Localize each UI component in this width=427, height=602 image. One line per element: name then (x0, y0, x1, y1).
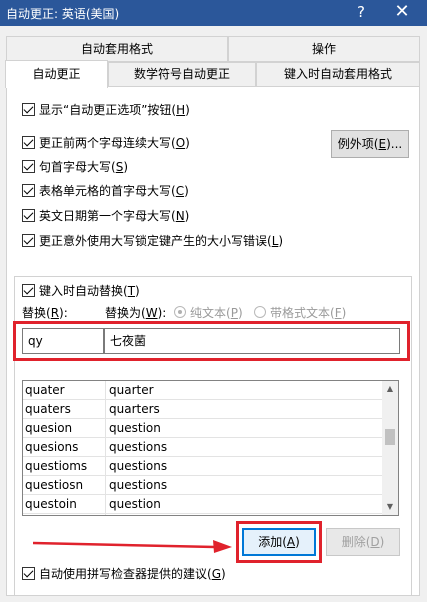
list-item[interactable]: quesion question (23, 419, 384, 438)
radio-button[interactable] (254, 306, 266, 318)
entry-to: quarter (109, 383, 154, 397)
entry-from: quesion (25, 421, 73, 435)
entry-to: question (109, 421, 161, 435)
tab-math-autocorrect[interactable]: 数学符号自动更正 (108, 62, 256, 87)
radio-formatted-text[interactable]: 带格式文本(F) (254, 303, 346, 321)
option-correct-two-initial-caps[interactable]: 更正前两个字母连续大写(O) (22, 133, 190, 151)
window-title: 自动更正: 英语(美国) (6, 7, 120, 21)
checkbox[interactable] (22, 135, 35, 149)
list-item[interactable]: quater quarter (23, 381, 384, 400)
help-button[interactable]: ? (343, 0, 379, 26)
tab-label: 操作 (311, 42, 336, 56)
entry-from: questiosn (25, 478, 84, 492)
tab-label: 键入时自动套用格式 (283, 67, 392, 81)
close-button[interactable]: ✕ (384, 0, 420, 26)
entry-from: questoin (25, 497, 77, 511)
option-label: 更正意外使用大写锁定键产生的大小写错误(L) (39, 233, 284, 248)
scroll-up-icon[interactable]: ▲ (382, 381, 398, 397)
tab-label: 数学符号自动更正 (133, 67, 230, 81)
list-scrollbar[interactable]: ▲ ▼ (382, 381, 398, 515)
list-item[interactable]: questioms questions (23, 457, 384, 476)
tab-label: 自动套用格式 (80, 42, 153, 56)
option-label: 显示“自动更正选项”按钮(H) (39, 102, 190, 117)
with-label: 替换为(W): (105, 305, 167, 320)
option-capitalize-sentences[interactable]: 句首字母大写(S) (22, 157, 128, 175)
exceptions-button[interactable]: 例外项(E)... (331, 130, 409, 158)
replace-label: 替换(R): (22, 305, 68, 320)
option-label: 句首字母大写(S) (39, 159, 128, 174)
tab-autocorrect[interactable]: 自动更正 (5, 60, 108, 88)
checkbox[interactable] (22, 102, 35, 116)
option-capitalize-table-cells[interactable]: 表格单元格的首字母大写(C) (22, 181, 189, 199)
entry-from: quesions (25, 440, 79, 454)
scroll-down-icon[interactable]: ▼ (382, 499, 398, 515)
checkbox[interactable] (22, 233, 35, 247)
radio-label: 纯文本(P) (190, 305, 243, 320)
list-item[interactable]: quesions questions (23, 438, 384, 457)
tab-actions[interactable]: 操作 (228, 36, 420, 62)
pointer-arrow-icon (33, 540, 232, 553)
entry-from: questioms (25, 459, 88, 473)
entry-to: quarters (109, 402, 160, 416)
radio-plain-text[interactable]: 纯文本(P) (174, 303, 243, 321)
option-label: 更正前两个字母连续大写(O) (39, 135, 190, 150)
entry-to: questions (109, 440, 168, 454)
list-item[interactable]: quaters quarters (23, 400, 384, 419)
radio-button[interactable] (174, 306, 186, 318)
option-label: 表格单元格的首字母大写(C) (39, 183, 189, 198)
checkbox[interactable] (22, 283, 35, 297)
option-correct-caps-lock[interactable]: 更正意外使用大写锁定键产生的大小写错误(L) (22, 231, 283, 249)
highlight-box-inputs (13, 321, 410, 361)
delete-button[interactable]: 删除(D) (326, 528, 400, 556)
option-spell-checker-suggestions[interactable]: 自动使用拼写检查器提供的建议(G) (22, 564, 226, 582)
scroll-thumb[interactable] (385, 429, 395, 445)
tab-label: 自动更正 (32, 67, 81, 81)
list-item[interactable]: questiosn questions (23, 476, 384, 495)
highlight-box-add (236, 521, 322, 563)
entry-to: questions (109, 459, 168, 473)
entry-to: question (109, 497, 161, 511)
option-capitalize-day-names[interactable]: 英文日期第一个字母大写(N) (22, 206, 189, 224)
list-item[interactable]: questoin question (23, 495, 384, 514)
checkbox[interactable] (22, 208, 35, 222)
radio-label: 带格式文本(F) (270, 305, 347, 320)
checkbox[interactable] (22, 183, 35, 197)
option-label: 键入时自动替换(T) (39, 283, 140, 298)
option-show-autocorrect-buttons[interactable]: 显示“自动更正选项”按钮(H) (22, 100, 190, 118)
autocorrect-list[interactable]: quater quarter quaters quarters quesion que… (22, 380, 399, 516)
title-bar: 自动更正: 英语(美国) ? ✕ (0, 0, 427, 26)
option-label: 自动使用拼写检查器提供的建议(G) (39, 566, 226, 581)
tab-autoformat-as-you-type[interactable]: 键入时自动套用格式 (256, 62, 420, 87)
checkbox[interactable] (22, 566, 35, 580)
option-replace-as-you-type[interactable]: 键入时自动替换(T) (22, 281, 140, 299)
option-label: 英文日期第一个字母大写(N) (39, 208, 190, 223)
entry-to: questions (109, 478, 168, 492)
entry-from: quaters (25, 402, 71, 416)
entry-from: quater (25, 383, 65, 397)
checkbox[interactable] (22, 159, 35, 173)
tab-autoformat[interactable]: 自动套用格式 (6, 36, 228, 62)
